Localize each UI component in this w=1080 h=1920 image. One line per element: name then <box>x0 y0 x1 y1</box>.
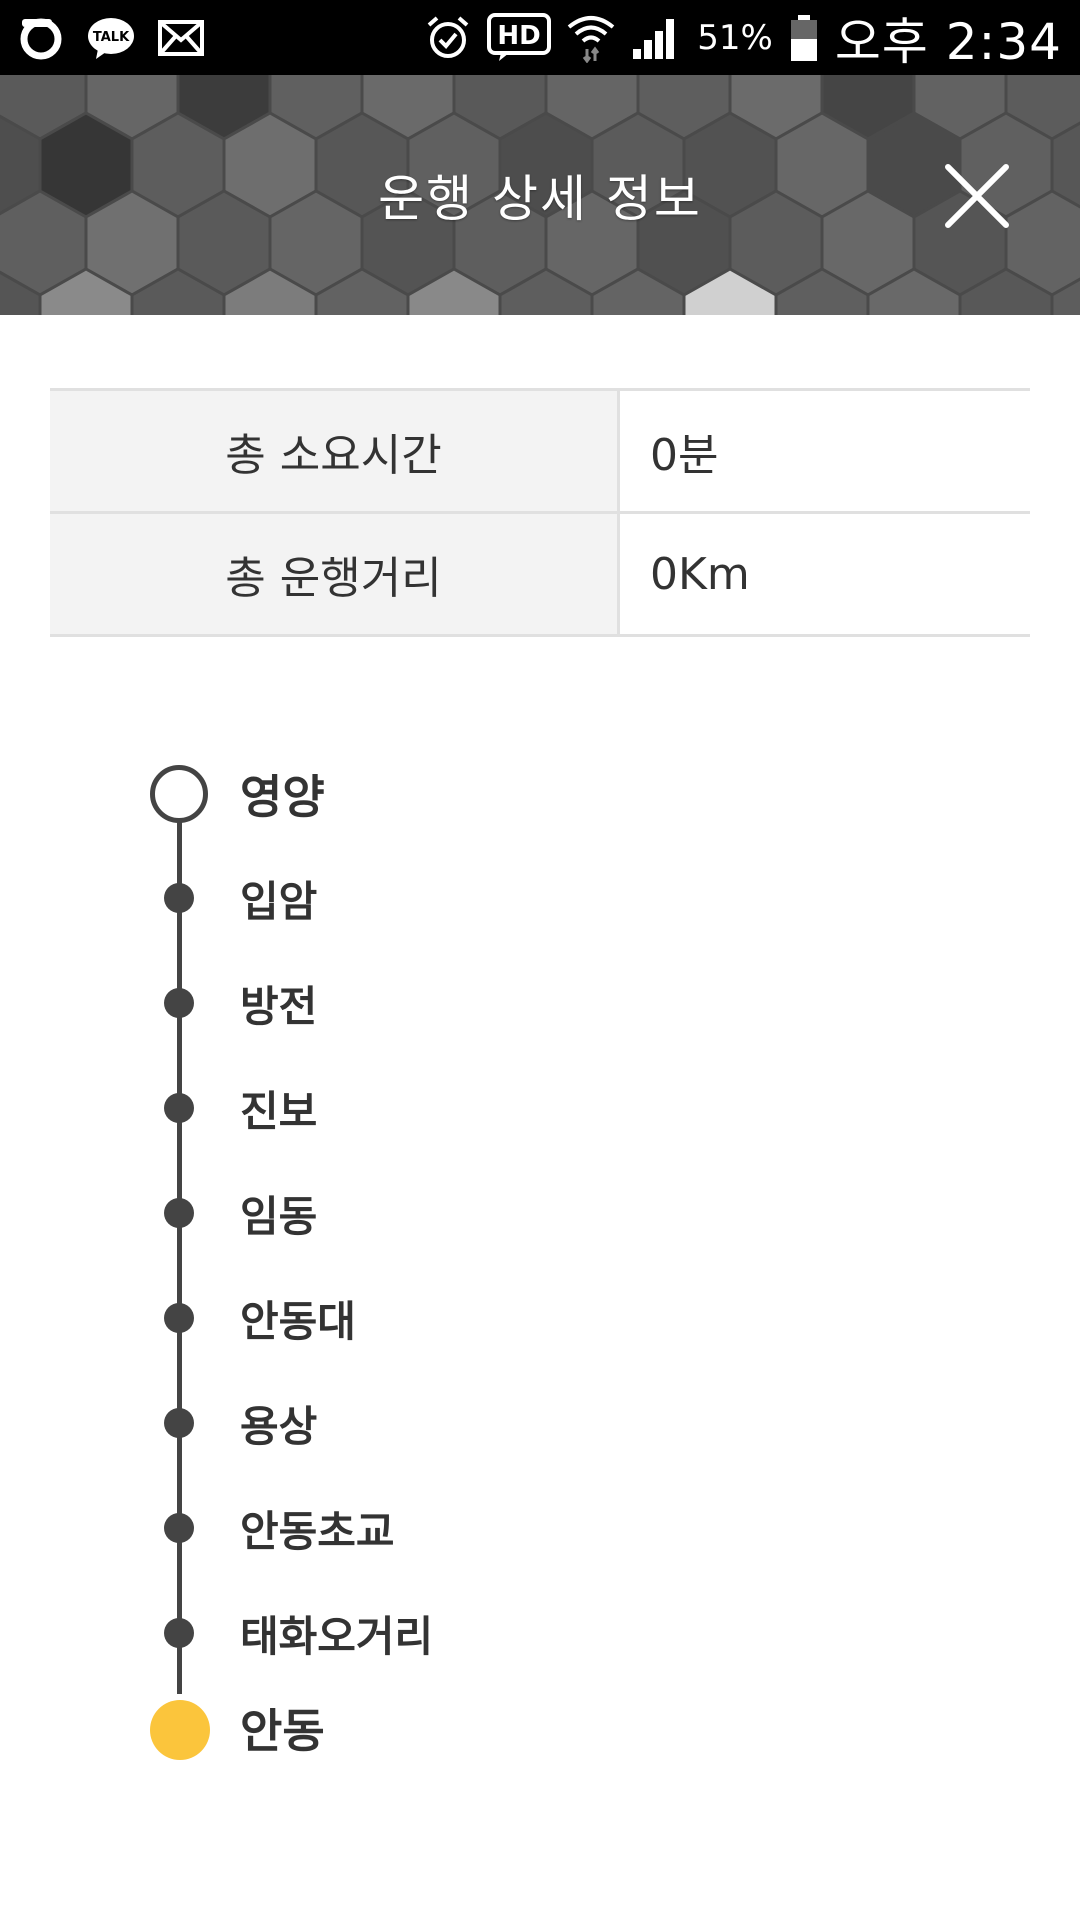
kakaotalk-icon: TALK <box>86 15 136 61</box>
olleh-icon <box>18 15 64 61</box>
route-stop: 방전 <box>0 963 1080 1043</box>
end-marker <box>150 1700 210 1760</box>
summary-table: 총 소요시간 0분 총 운행거리 0Km <box>50 388 1030 637</box>
stop-name: 안동대 <box>240 1296 356 1346</box>
status-time: 오후 2:34 <box>834 12 1062 71</box>
stop-marker <box>164 1618 194 1648</box>
status-left-icons: TALK <box>18 15 204 61</box>
route-stop: 진보 <box>0 1068 1080 1148</box>
stop-name: 진보 <box>240 1086 318 1136</box>
route-stop: 안동초교 <box>0 1488 1080 1568</box>
mail-icon <box>158 19 204 56</box>
stop-marker <box>164 1198 194 1228</box>
total-time-value: 0분 <box>650 430 719 481</box>
start-marker <box>150 765 208 823</box>
stop-name: 태화오거리 <box>240 1611 434 1661</box>
route-stop: 입암 <box>0 858 1080 938</box>
status-right-icons: HD 51% 오후 2:34 <box>425 2 1062 74</box>
total-time-label: 총 소요시간 <box>50 391 620 511</box>
close-icon <box>945 164 1009 228</box>
route-stop-start: 영양 <box>0 754 1080 834</box>
hd-voice-icon-label: HD <box>498 21 541 51</box>
stop-marker <box>164 1093 194 1123</box>
alarm-icon <box>425 15 471 61</box>
close-button[interactable] <box>944 163 1010 229</box>
route-stop: 안동대 <box>0 1278 1080 1358</box>
status-bar: TALK HD 51% 오후 2:34 <box>0 0 1080 75</box>
page-title: 운행 상세 정보 <box>378 170 702 228</box>
stop-marker <box>164 1303 194 1333</box>
stop-name: 안동 <box>240 1704 325 1758</box>
wifi-icon <box>567 13 615 63</box>
route-stop: 태화오거리 <box>0 1593 1080 1673</box>
stop-name: 입암 <box>240 876 318 926</box>
signal-icon <box>631 15 681 61</box>
total-time-row: 총 소요시간 0분 <box>50 391 1030 514</box>
stop-marker <box>164 1513 194 1543</box>
stop-name: 용상 <box>240 1401 318 1451</box>
total-distance-value: 0Km <box>650 548 750 600</box>
stop-name: 임동 <box>240 1191 318 1241</box>
route-stop: 용상 <box>0 1383 1080 1463</box>
total-distance-label: 총 운행거리 <box>50 514 620 634</box>
route-stop-end: 안동 <box>0 1688 1080 1768</box>
kakaotalk-icon-label: TALK <box>93 30 130 45</box>
route-stop: 임동 <box>0 1173 1080 1253</box>
total-distance-row: 총 운행거리 0Km <box>50 514 1030 637</box>
stop-marker <box>164 1408 194 1438</box>
route-timeline: 영양 입암 방전 진보 임동 안동대 용상 안동초교 태화오거리 안동 <box>0 740 1080 1800</box>
battery-percent: 51% <box>697 17 773 58</box>
stop-name: 영양 <box>240 770 325 824</box>
stop-name: 방전 <box>240 981 318 1031</box>
battery-icon <box>789 13 819 63</box>
header: 운행 상세 정보 <box>0 75 1080 315</box>
stop-marker <box>164 988 194 1018</box>
stop-name: 안동초교 <box>240 1506 395 1556</box>
stop-marker <box>164 883 194 913</box>
hd-voice-icon: HD <box>487 12 552 63</box>
